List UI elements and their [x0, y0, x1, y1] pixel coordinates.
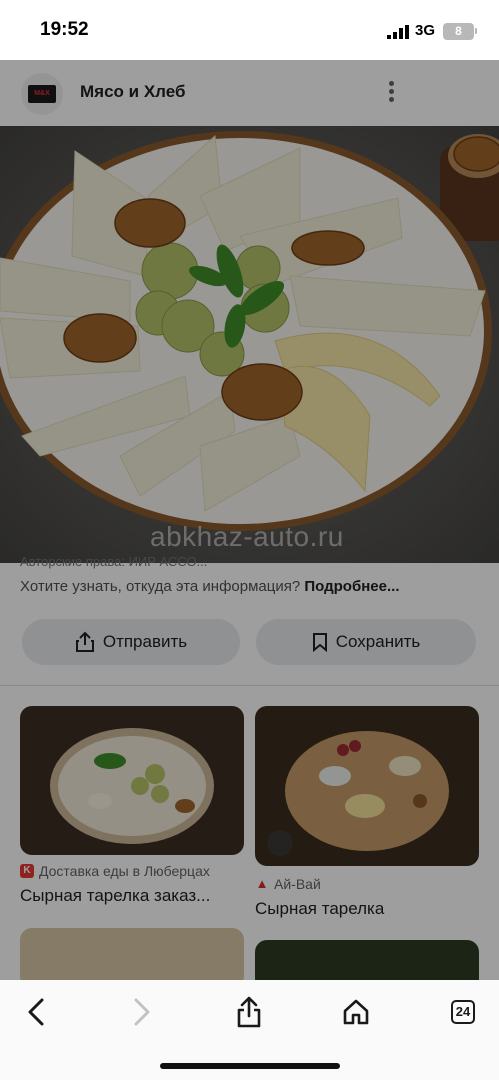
more-options-icon[interactable]	[383, 78, 399, 108]
clock: 19:52	[40, 19, 89, 40]
save-label: Сохранить	[335, 632, 421, 651]
related-title[interactable]: Сырная тарелка	[255, 899, 384, 919]
network-type: 3G	[415, 22, 436, 39]
related-thumbnail[interactable]	[20, 706, 244, 855]
source-favicon-icon: ▲	[255, 876, 269, 891]
related-source: K Доставка еды в Люберцах	[20, 863, 210, 879]
copyright-text: Авторские права: ИИР АССО...	[20, 554, 208, 569]
share-label: Отправить	[102, 632, 188, 651]
share-sheet-button[interactable]	[227, 990, 271, 1034]
source-info: Хотите узнать, откуда эта информация? По…	[20, 578, 399, 595]
image-watermark: abkhaz-auto.ru	[150, 521, 344, 552]
source-logo: M&X	[28, 85, 56, 103]
home-icon	[343, 999, 369, 1025]
bookmark-icon	[312, 633, 327, 652]
share-button[interactable]: Отправить	[22, 619, 240, 665]
section-divider	[0, 685, 499, 686]
tab-count-icon: 24	[451, 1000, 475, 1024]
cellular-signal-icon	[387, 25, 409, 39]
forward-button[interactable]	[120, 990, 164, 1034]
battery-tip	[475, 28, 477, 34]
chevron-right-icon	[134, 998, 150, 1026]
back-button[interactable]	[14, 990, 58, 1034]
related-thumbnail[interactable]	[20, 928, 244, 980]
related-source: ▲ Ай-Вай	[255, 876, 321, 892]
related-result-card[interactable]	[20, 928, 244, 980]
related-result-card[interactable]: K Доставка еды в Люберцах Сырная тарелка…	[20, 706, 244, 916]
source-favicon-icon: K	[20, 864, 34, 878]
source-title[interactable]: Мясо и Хлеб	[80, 82, 185, 102]
chevron-left-icon	[28, 998, 44, 1026]
related-result-card[interactable]: ▲ Ай-Вай Сырная тарелка	[255, 706, 479, 926]
page-content: M&X Мясо и Хлеб abkhaz-auto.ru Авторские…	[0, 60, 499, 980]
browser-toolbar: 24	[0, 980, 499, 1080]
share-icon	[75, 631, 94, 652]
home-button[interactable]	[334, 990, 378, 1034]
source-question: Хотите узнать, откуда эта информация?	[20, 578, 301, 595]
share-icon	[237, 996, 261, 1028]
related-thumbnail[interactable]	[255, 706, 479, 866]
learn-more-link[interactable]: Подробнее...	[304, 578, 399, 595]
source-header[interactable]: M&X Мясо и Хлеб	[0, 60, 499, 126]
status-bar: 19:52 3G 8	[0, 0, 499, 60]
main-image[interactable]: abkhaz-auto.ru	[0, 126, 499, 563]
tabs-button[interactable]: 24	[441, 990, 485, 1034]
related-thumbnail[interactable]	[255, 940, 479, 980]
source-avatar[interactable]: M&X	[21, 73, 63, 115]
related-title[interactable]: Сырная тарелка заказ...	[20, 886, 210, 906]
battery-icon: 8	[443, 23, 474, 40]
tag-icon	[267, 830, 293, 856]
save-button[interactable]: Сохранить	[256, 619, 476, 665]
home-indicator	[160, 1063, 340, 1069]
cheese-plate-image	[0, 126, 499, 563]
related-result-card[interactable]	[255, 940, 479, 980]
